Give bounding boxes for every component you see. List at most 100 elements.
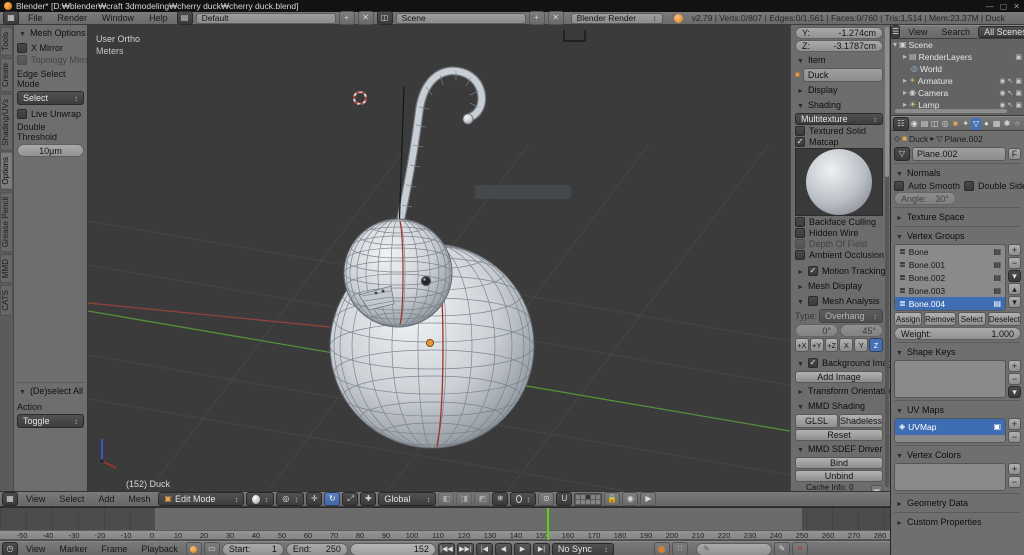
vertex-colors-panel-header[interactable]: Vertex Colors bbox=[894, 448, 1021, 462]
double-threshold-slider[interactable]: 10μm bbox=[17, 144, 84, 157]
layer-dot[interactable] bbox=[591, 500, 595, 504]
add-uv-map-button[interactable]: + bbox=[1008, 418, 1021, 430]
expander-icon[interactable] bbox=[896, 231, 903, 241]
transform-z-slider[interactable]: Z:-3.1787cm bbox=[795, 40, 883, 52]
expander-icon[interactable] bbox=[797, 266, 804, 276]
expander-icon[interactable] bbox=[19, 386, 26, 396]
x-mirror-checkbox[interactable]: X Mirror bbox=[17, 43, 84, 53]
menu-file[interactable]: File bbox=[22, 13, 49, 23]
lock-range-icon[interactable]: ▭ bbox=[204, 542, 220, 555]
minimize-icon[interactable]: — bbox=[986, 2, 994, 11]
render-border-icon[interactable]: ◨ bbox=[456, 492, 472, 506]
weight-slider[interactable]: Weight:1.000 bbox=[894, 327, 1021, 340]
tab-render[interactable]: ◉ bbox=[910, 118, 919, 130]
auto-smooth-angle-slider[interactable]: Angle:30° bbox=[894, 192, 956, 205]
glsl-button[interactable]: GLSL bbox=[795, 414, 838, 428]
outliner-row-armature[interactable]: ▸ ✦ Armature ◉↖▣ bbox=[891, 75, 1024, 87]
editor-type-selector[interactable]: ☰ bbox=[891, 25, 900, 39]
viewport-3d[interactable]: User Ortho Meters (152) Duck bbox=[88, 25, 790, 491]
keying-set-field[interactable]: ✎ bbox=[696, 543, 772, 555]
object-name-field[interactable]: Duck bbox=[803, 68, 883, 82]
shading-mode-dropdown[interactable]: Multitexture bbox=[795, 113, 883, 125]
npanel-scrollbar[interactable] bbox=[885, 27, 889, 487]
layer-dot[interactable] bbox=[586, 500, 590, 504]
ambient-occlusion-checkbox[interactable]: Ambient Occlusion bbox=[795, 250, 883, 260]
auto-keyframe-button[interactable] bbox=[654, 542, 670, 555]
mode-dropdown[interactable]: ▣Edit Mode bbox=[158, 492, 244, 506]
pin-icon[interactable]: ◇ bbox=[894, 135, 900, 143]
delete-scene-button[interactable]: ✕ bbox=[548, 11, 564, 25]
tab-object[interactable]: ■ bbox=[951, 118, 960, 130]
next-keyframe-button[interactable]: ▶| bbox=[533, 543, 550, 555]
backface-culling-checkbox[interactable]: Backface Culling bbox=[795, 217, 883, 227]
expander-icon[interactable]: ▸ bbox=[903, 101, 907, 109]
shading-panel-header[interactable]: Shading bbox=[795, 98, 883, 112]
keying-flags-button[interactable]: ∷ bbox=[672, 542, 688, 555]
mmd-sdef-panel-header[interactable]: MMD SDEF Driver bbox=[795, 442, 883, 456]
bind-button[interactable]: Bind bbox=[795, 457, 883, 469]
background-images-panel-header[interactable]: Background Images bbox=[795, 356, 883, 370]
normals-panel-header[interactable]: Normals bbox=[894, 166, 1021, 180]
lock-icon[interactable]: ▤ bbox=[993, 287, 1001, 295]
menu-view[interactable]: View bbox=[20, 544, 51, 554]
live-unwrap-checkbox[interactable]: Live Unwrap bbox=[17, 109, 84, 119]
mesh-options-panel-header[interactable]: Mesh Options bbox=[17, 26, 84, 40]
outliner-row-camera[interactable]: ▸ ◉ Camera ◉↖▣ bbox=[891, 87, 1024, 99]
layers-widget[interactable] bbox=[574, 493, 602, 506]
menu-view[interactable]: View bbox=[20, 494, 51, 504]
expander-icon[interactable] bbox=[797, 85, 804, 95]
vertex-group-row[interactable]: ≣Bone.002▤ bbox=[895, 271, 1005, 284]
delete-layout-button[interactable]: ✕ bbox=[358, 11, 374, 25]
shadeless-button[interactable]: Shadeless bbox=[839, 414, 883, 428]
menu-marker[interactable]: Marker bbox=[53, 544, 93, 554]
fake-user-button[interactable]: F bbox=[1008, 148, 1021, 160]
render-toggle-icon[interactable]: ▣ bbox=[1015, 101, 1022, 109]
custom-properties-panel-header[interactable]: Custom Properties bbox=[894, 515, 1021, 529]
editor-type-selector[interactable]: ◷ bbox=[2, 542, 18, 555]
deselect-button[interactable]: Deselect bbox=[988, 312, 1021, 326]
vertex-group-specials-menu[interactable]: ▾ bbox=[1008, 270, 1021, 282]
motion-tracking-checkbox[interactable] bbox=[808, 266, 818, 276]
vertex-group-row[interactable]: ≣Bone▤ bbox=[895, 245, 1005, 258]
mmd-shading-panel-header[interactable]: MMD Shading bbox=[795, 399, 883, 413]
tab-shading-uvs[interactable]: Shading/UVs bbox=[0, 94, 13, 151]
expander-icon[interactable] bbox=[896, 405, 903, 415]
outliner-hscrollbar[interactable] bbox=[895, 109, 1007, 113]
outliner-row-scene[interactable]: ▾ ▣ Scene bbox=[891, 39, 1024, 51]
menu-window[interactable]: Window bbox=[96, 13, 140, 23]
magnet-snap-icon[interactable]: U bbox=[556, 492, 572, 506]
preview-range-icon[interactable] bbox=[186, 542, 202, 555]
maximize-icon[interactable]: ▢ bbox=[1000, 2, 1008, 11]
item-panel-header[interactable]: Item bbox=[795, 53, 883, 67]
selectable-icon[interactable]: ↖ bbox=[1008, 77, 1014, 85]
remove-button[interactable]: Remove bbox=[924, 312, 956, 326]
lock-icon[interactable]: ▤ bbox=[993, 261, 1001, 269]
tab-grease-pencil[interactable]: Grease Pencil bbox=[0, 192, 13, 252]
play-reverse-button[interactable]: ◀ bbox=[495, 543, 512, 555]
remove-shape-key-button[interactable]: − bbox=[1008, 373, 1021, 385]
layer-dot-active[interactable] bbox=[586, 495, 590, 499]
auto-smooth-checkbox[interactable]: Auto Smooth bbox=[894, 181, 960, 191]
axis-x-button[interactable]: X bbox=[839, 338, 853, 352]
vertex-group-row[interactable]: ≣Bone.001▤ bbox=[895, 258, 1005, 271]
vertex-groups-panel-header[interactable]: Vertex Groups bbox=[894, 229, 1021, 243]
display-panel-header[interactable]: Display bbox=[795, 83, 883, 97]
menu-select[interactable]: Select bbox=[53, 494, 90, 504]
breadcrumb-data[interactable]: Plane.002 bbox=[945, 134, 983, 144]
add-scene-button[interactable]: + bbox=[529, 11, 545, 25]
layer-dot[interactable] bbox=[581, 500, 585, 504]
expander-icon[interactable]: ▾ bbox=[893, 41, 897, 49]
menu-render[interactable]: Render bbox=[52, 13, 94, 23]
move-group-up-button[interactable]: ▴ bbox=[1008, 283, 1021, 295]
lock-icon[interactable]: ▤ bbox=[993, 248, 1001, 256]
tab-tools[interactable]: Tools bbox=[0, 27, 13, 56]
jump-to-start-button[interactable]: |◀◀ bbox=[438, 543, 455, 555]
menu-add[interactable]: Add bbox=[92, 494, 120, 504]
vertex-group-row[interactable]: ≣Bone.003▤ bbox=[895, 284, 1005, 297]
selectable-icon[interactable]: ↖ bbox=[1008, 101, 1014, 109]
scrollbar-thumb[interactable] bbox=[885, 27, 889, 177]
shape-key-specials-menu[interactable]: ▾ bbox=[1008, 386, 1021, 398]
axis-z-button[interactable]: Z bbox=[869, 338, 883, 352]
tab-scene[interactable]: ◫ bbox=[930, 118, 939, 130]
move-group-down-button[interactable]: ▾ bbox=[1008, 296, 1021, 308]
